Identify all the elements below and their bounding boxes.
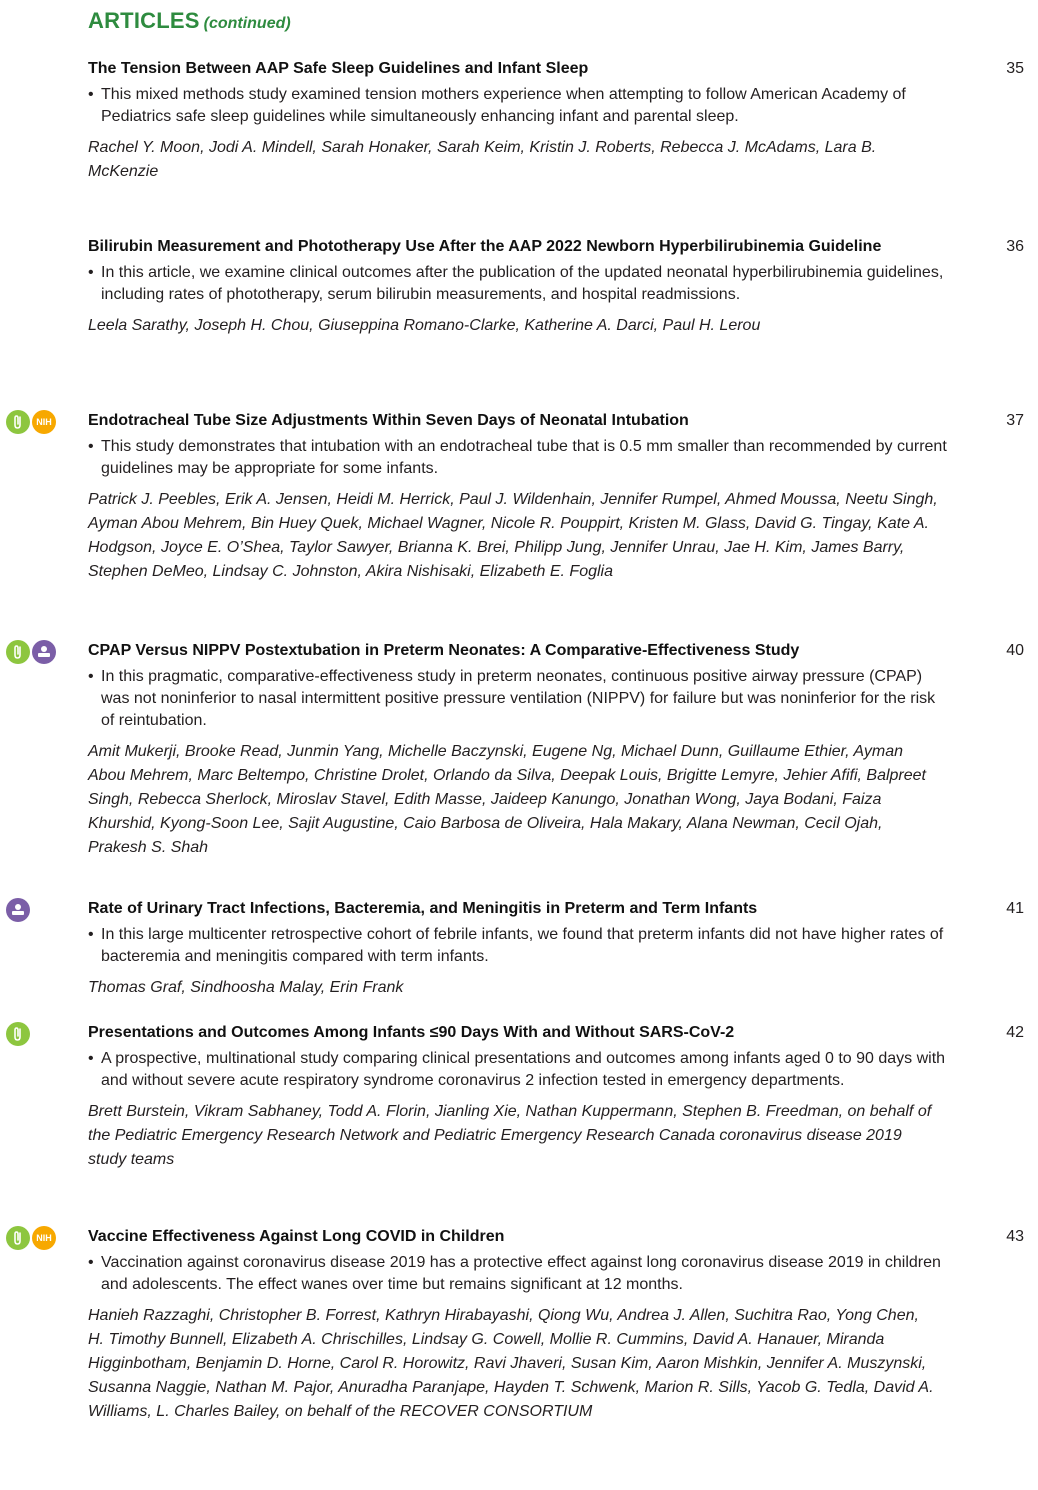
article-authors: Hanieh Razzaghi, Christopher B. Forrest,… bbox=[88, 1307, 934, 1420]
summary-text: A prospective, multinational study compa… bbox=[101, 1050, 946, 1089]
bullet: • bbox=[88, 1050, 94, 1067]
article-summary: • Vaccination against coronavirus disease… bbox=[88, 1252, 951, 1296]
paperclip-icon bbox=[6, 410, 30, 434]
article-title[interactable]: Vaccine Effectiveness Against Long COVID… bbox=[88, 1226, 938, 1248]
bullet: • bbox=[88, 926, 94, 943]
article-icons bbox=[6, 1022, 30, 1046]
paperclip-icon bbox=[6, 1022, 30, 1046]
summary-text: This study demonstrates that intubation … bbox=[101, 438, 947, 477]
article-summary: • In this pragmatic, comparative-effectiv… bbox=[88, 666, 951, 732]
article-icons bbox=[6, 898, 30, 922]
article-summary: • In this large multicenter retrospective… bbox=[88, 924, 951, 968]
summary-text: This mixed methods study examined tensio… bbox=[101, 86, 906, 125]
section-header: ARTICLES (continued) bbox=[88, 8, 291, 34]
page-number: 36 bbox=[1006, 238, 1024, 255]
page-number: 40 bbox=[1006, 642, 1024, 659]
article-title[interactable]: CPAP Versus NIPPV Postextubation in Pret… bbox=[88, 640, 938, 662]
article-authors: Brett Burstein, Vikram Sabhaney, Todd A.… bbox=[88, 1103, 932, 1168]
section-continued-label: (continued) bbox=[203, 15, 291, 32]
article-authors: Amit Mukerji, Brooke Read, Junmin Yang, … bbox=[88, 743, 926, 856]
article-title[interactable]: Endotracheal Tube Size Adjustments Withi… bbox=[88, 410, 938, 432]
bullet: • bbox=[88, 1254, 94, 1271]
paperclip-icon bbox=[6, 640, 30, 664]
article-summary: • This mixed methods study examined tensi… bbox=[88, 84, 951, 128]
article-title[interactable]: Rate of Urinary Tract Infections, Bacter… bbox=[88, 898, 938, 920]
bullet: • bbox=[88, 438, 94, 455]
bullet: • bbox=[88, 86, 94, 103]
page-number: 43 bbox=[1006, 1228, 1024, 1245]
paperclip-icon bbox=[6, 1226, 30, 1250]
article-icons: NIH bbox=[6, 410, 56, 434]
article-authors: Rachel Y. Moon, Jodi A. Mindell, Sarah H… bbox=[88, 139, 877, 180]
article-summary: • In this article, we examine clinical ou… bbox=[88, 262, 951, 306]
nih-icon: NIH bbox=[32, 1226, 56, 1250]
article-summary: • This study demonstrates that intubation… bbox=[88, 436, 951, 480]
summary-text: In this article, we examine clinical out… bbox=[101, 264, 944, 303]
article-icons bbox=[6, 640, 56, 664]
summary-text: In this large multicenter retrospective … bbox=[101, 926, 944, 965]
article-authors: Patrick J. Peebles, Erik A. Jensen, Heid… bbox=[88, 491, 938, 580]
article-authors: Thomas Graf, Sindhoosha Malay, Erin Fran… bbox=[88, 979, 404, 996]
article-authors: Leela Sarathy, Joseph H. Chou, Giuseppin… bbox=[88, 317, 761, 334]
page-number: 37 bbox=[1006, 412, 1024, 429]
article-entry: Vaccine Effectiveness Against Long COVID… bbox=[88, 1226, 1028, 1424]
article-title[interactable]: The Tension Between AAP Safe Sleep Guide… bbox=[88, 58, 938, 80]
patient-icon bbox=[6, 898, 30, 922]
nih-icon: NIH bbox=[32, 410, 56, 434]
article-summary: • A prospective, multinational study comp… bbox=[88, 1048, 951, 1092]
article-entry: Bilirubin Measurement and Phototherapy U… bbox=[88, 236, 1028, 338]
bullet: • bbox=[88, 668, 94, 685]
page-number: 41 bbox=[1006, 900, 1024, 917]
article-title[interactable]: Bilirubin Measurement and Phototherapy U… bbox=[88, 236, 938, 258]
article-entry: CPAP Versus NIPPV Postextubation in Pret… bbox=[88, 640, 1028, 860]
article-title[interactable]: Presentations and Outcomes Among Infants… bbox=[88, 1022, 938, 1044]
patient-icon bbox=[32, 640, 56, 664]
summary-text: Vaccination against coronavirus disease … bbox=[101, 1254, 941, 1293]
section-title: ARTICLES bbox=[88, 8, 200, 33]
page-number: 42 bbox=[1006, 1024, 1024, 1041]
page-number: 35 bbox=[1006, 60, 1024, 77]
bullet: • bbox=[88, 264, 94, 281]
article-entry: Endotracheal Tube Size Adjustments Withi… bbox=[88, 410, 1028, 584]
article-entry: Rate of Urinary Tract Infections, Bacter… bbox=[88, 898, 1028, 1000]
article-entry: Presentations and Outcomes Among Infants… bbox=[88, 1022, 1028, 1172]
article-icons: NIH bbox=[6, 1226, 56, 1250]
article-entry: The Tension Between AAP Safe Sleep Guide… bbox=[88, 58, 1028, 184]
summary-text: In this pragmatic, comparative-effective… bbox=[101, 668, 936, 729]
